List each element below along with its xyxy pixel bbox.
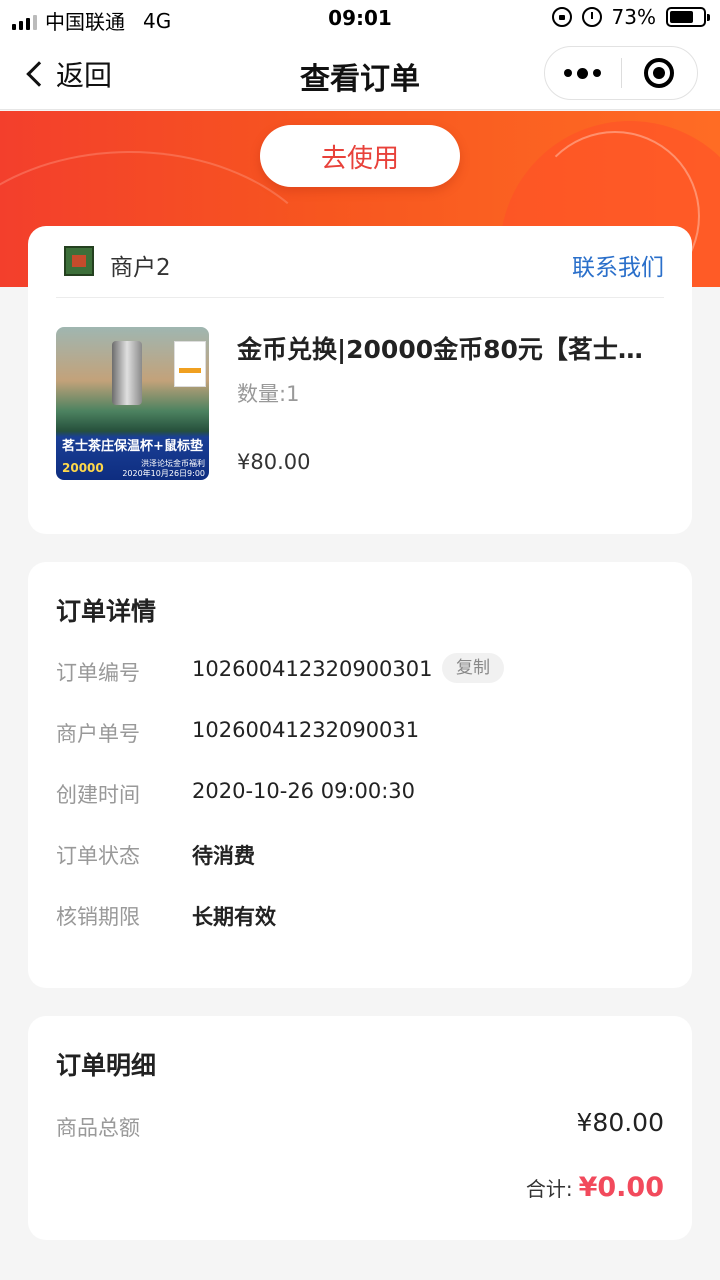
more-button[interactable] bbox=[545, 67, 621, 79]
merchant-number-value: 10260041232090031 bbox=[192, 718, 420, 742]
contact-us-link[interactable]: 联系我们 bbox=[572, 248, 664, 282]
detail-row-order-status: 订单状态 待消费 bbox=[56, 834, 664, 874]
battery-icon bbox=[666, 7, 710, 27]
detail-label: 订单编号 bbox=[56, 661, 140, 685]
section-title: 订单详情 bbox=[56, 597, 157, 626]
more-icon-dot bbox=[577, 67, 589, 79]
close-target-icon bbox=[644, 58, 675, 88]
product-image[interactable]: 茗士茶庄保温杯+鼠标垫 20000 洪泽论坛金币福利 2020年10月26日9:… bbox=[56, 327, 209, 480]
detail-label: 订单状态 bbox=[56, 844, 140, 868]
status-bar: 中国联通 4G 09:01 73% bbox=[0, 0, 720, 36]
merchant-row: 商户2 联系我们 bbox=[56, 226, 664, 298]
product-price: ¥80.00 bbox=[237, 450, 311, 474]
alarm-icon bbox=[581, 7, 602, 27]
section-title: 订单明细 bbox=[56, 1051, 157, 1080]
lock-rotation-icon bbox=[551, 7, 572, 27]
more-icon bbox=[564, 69, 573, 77]
validity-value: 长期有效 bbox=[192, 905, 276, 929]
copy-button[interactable]: 复制 bbox=[442, 653, 504, 683]
order-summary-card: 订单明细 商品总额 ¥80.00 合计: ¥0.00 bbox=[28, 1016, 692, 1240]
close-button[interactable] bbox=[622, 58, 698, 88]
detail-row-validity: 核销期限 长期有效 bbox=[56, 895, 664, 935]
created-time-value: 2020-10-26 09:00:30 bbox=[192, 779, 416, 803]
goods-total-label: 商品总额 bbox=[56, 1116, 140, 1140]
use-button[interactable]: 去使用 bbox=[260, 125, 460, 187]
order-status-value: 待消费 bbox=[192, 844, 255, 868]
nav-bar: 返回 查看订单 bbox=[0, 36, 720, 110]
more-icon-dot bbox=[593, 69, 602, 77]
thumb-sub-line: 2020年10月26日9:00 bbox=[122, 469, 205, 478]
detail-row-merchant-number: 商户单号 10260041232090031 bbox=[56, 712, 664, 752]
detail-row-order-number: 订单编号 102600412320900301 复制 bbox=[56, 651, 664, 691]
thumb-title: 茗士茶庄保温杯+鼠标垫 bbox=[62, 439, 203, 454]
total-value: ¥0.00 bbox=[578, 1172, 664, 1203]
goods-total-value: ¥80.00 bbox=[576, 1108, 664, 1137]
order-number-value: 102600412320900301 bbox=[192, 657, 433, 681]
battery-percent: 73% bbox=[611, 5, 656, 29]
detail-label: 核销期限 bbox=[56, 905, 140, 929]
thumb-price: 20000 bbox=[62, 461, 104, 475]
order-detail-card: 订单详情 订单编号 102600412320900301 复制 商户单号 102… bbox=[28, 562, 692, 988]
total-row: 合计: ¥0.00 bbox=[526, 1172, 664, 1203]
battery-fill bbox=[670, 11, 694, 23]
thumb-card-image bbox=[174, 341, 206, 387]
mini-program-capsule bbox=[544, 46, 698, 100]
thumb-subtitle: 洪泽论坛金币福利 2020年10月26日9:00 bbox=[122, 459, 205, 479]
detail-label: 商户单号 bbox=[56, 722, 140, 746]
detail-row-created-time: 创建时间 2020-10-26 09:00:30 bbox=[56, 773, 664, 813]
thermos-cup-image bbox=[112, 341, 142, 405]
total-label: 合计: bbox=[525, 1177, 573, 1201]
product-quantity: 数量:1 bbox=[237, 382, 300, 406]
merchant-logo bbox=[64, 246, 94, 276]
merchant-name: 商户2 bbox=[110, 255, 171, 281]
product-title[interactable]: 金币兑换|20000金币80元【茗士… bbox=[237, 330, 657, 366]
status-right: 73% bbox=[551, 5, 710, 29]
thumb-sub-line: 洪泽论坛金币福利 bbox=[141, 459, 205, 468]
merchant-card: 商户2 联系我们 茗士茶庄保温杯+鼠标垫 20000 洪泽论坛金币福利 2020… bbox=[28, 226, 692, 534]
detail-label: 创建时间 bbox=[56, 783, 140, 807]
